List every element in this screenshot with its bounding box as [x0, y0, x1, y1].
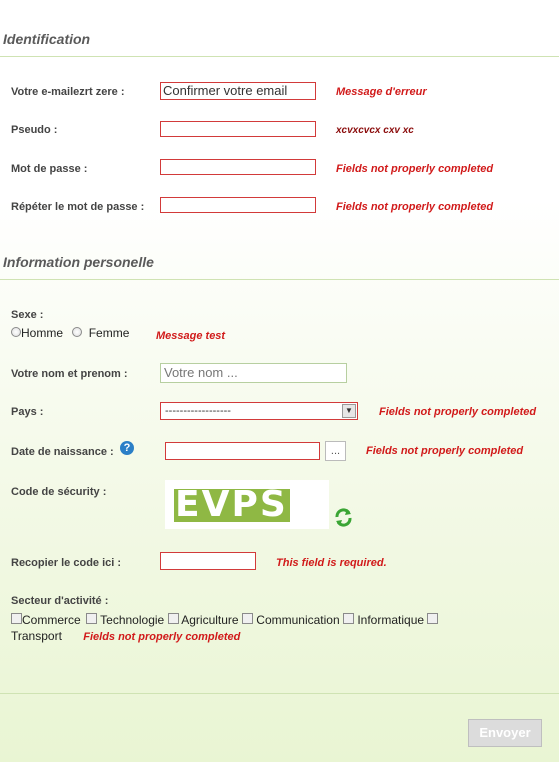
checkbox-commerce-label: Commerce	[22, 613, 81, 627]
checkbox-communication[interactable]	[241, 613, 253, 624]
copy-code-label: Recopier le code ici :	[11, 557, 122, 569]
password-input[interactable]	[160, 159, 316, 175]
name-input[interactable]: Votre nom ...	[160, 363, 347, 383]
password-error: Fields not properly completed	[336, 163, 494, 175]
checkbox-agriculture-label: Agriculture	[181, 613, 239, 627]
captcha-text: EVPSI	[175, 484, 304, 525]
email-error: Message d'erreur	[336, 86, 427, 98]
email-label: Votre e-mailezrt zere :	[11, 86, 125, 98]
name-placeholder: Votre nom ...	[164, 365, 238, 380]
sector-error: Fields not properly completed	[83, 631, 241, 643]
help-icon[interactable]: ?	[120, 441, 134, 455]
checkbox-informatique[interactable]	[343, 613, 354, 624]
checkbox-informatique-label: Informatique	[357, 613, 425, 627]
refresh-captcha-icon[interactable]	[333, 507, 354, 528]
pseudo-input[interactable]	[160, 121, 316, 137]
password-label: Mot de passe :	[11, 163, 88, 175]
checkbox-communication-label: Communication	[256, 613, 340, 627]
dropdown-arrow-icon[interactable]: ▼	[342, 404, 356, 418]
radio-homme[interactable]	[11, 327, 21, 337]
email-placeholder: Confirmer votre email	[163, 83, 288, 98]
date-picker-button[interactable]: ...	[325, 441, 346, 461]
sector-checkbox-group: Commerce Technologie Agriculture Communi…	[11, 612, 501, 645]
pseudo-label: Pseudo :	[11, 124, 58, 136]
pays-error: Fields not properly completed	[379, 406, 537, 418]
sexe-error: Message test	[156, 330, 226, 342]
checkbox-commerce[interactable]	[11, 613, 22, 624]
copy-code-error: This field is required.	[276, 557, 387, 569]
section-divider	[0, 279, 559, 280]
birthdate-label: Date de naissance :	[11, 446, 114, 458]
pays-label: Pays :	[11, 406, 44, 418]
name-label: Votre nom et prenom :	[11, 368, 128, 380]
repeat-password-label: Répéter le mot de passe :	[11, 201, 145, 213]
birthdate-error: Fields not properly completed	[366, 445, 524, 457]
radio-homme-label: Homme	[21, 326, 64, 340]
pays-selected: ------------------	[165, 405, 231, 417]
checkbox-transport-label: Transport	[11, 629, 62, 643]
copy-code-input[interactable]	[160, 552, 256, 570]
email-confirm-input[interactable]: Confirmer votre email	[160, 82, 316, 100]
sexe-radio-group: Homme Femme	[11, 326, 129, 340]
checkbox-technologie[interactable]	[86, 613, 98, 624]
sexe-label: Sexe :	[11, 309, 44, 321]
security-label: Code de sécurity :	[11, 486, 107, 498]
footer-divider	[0, 693, 559, 694]
submit-button[interactable]: Envoyer	[468, 719, 542, 747]
pays-select[interactable]: ------------------ ▼	[160, 402, 358, 420]
birthdate-input[interactable]	[165, 442, 320, 460]
checkbox-agriculture[interactable]	[167, 613, 179, 624]
checkbox-transport[interactable]	[427, 613, 439, 624]
checkbox-technologie-label: Technologie	[100, 613, 165, 627]
pseudo-error: xcvxcvcx cxv xc	[336, 125, 414, 136]
radio-femme[interactable]	[72, 327, 83, 337]
sector-label: Secteur d'activité :	[11, 595, 109, 607]
captcha-image: EVPSI	[165, 480, 329, 529]
section-divider	[0, 56, 559, 57]
identification-title: Identification	[3, 31, 91, 47]
repeat-password-input[interactable]	[160, 197, 316, 213]
personal-title: Information personelle	[3, 254, 154, 270]
radio-femme-label: Femme	[88, 326, 130, 340]
repeat-password-error: Fields not properly completed	[336, 201, 494, 213]
